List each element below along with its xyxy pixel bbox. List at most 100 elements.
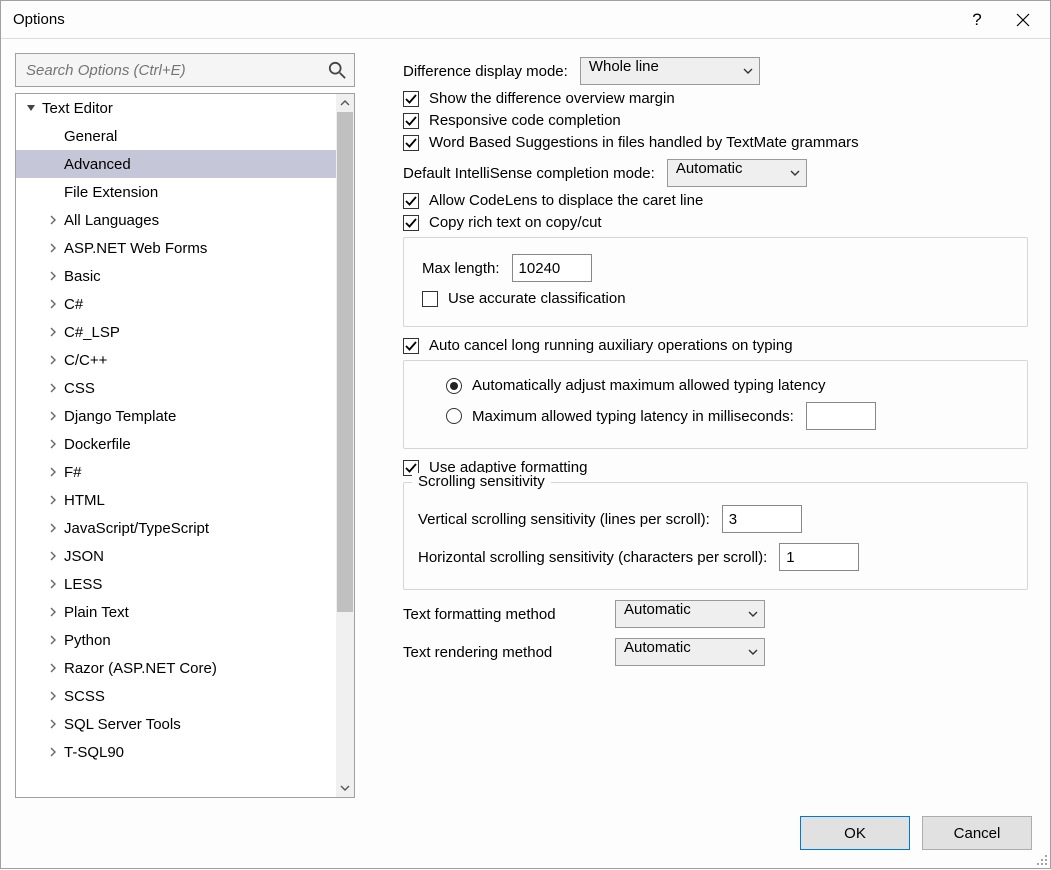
intellisense-combo[interactable]: Automatic [667,159,807,187]
tree-item-html[interactable]: HTML [16,486,336,514]
render-label: Text rendering method [403,644,603,661]
cb-accurate-row[interactable]: Use accurate classification [422,290,1013,307]
cb-copyrich-label: Copy rich text on copy/cut [429,214,602,231]
titlebar: Options ? [1,1,1050,39]
cb-autocancel-label: Auto cancel long running auxiliary opera… [429,337,793,354]
checkbox-icon [403,338,419,354]
cb-autocancel-row[interactable]: Auto cancel long running auxiliary opera… [403,337,1028,354]
caret-right-icon [44,719,62,729]
cb-wordbased-label: Word Based Suggestions in files handled … [429,134,859,151]
scroll-v-input[interactable] [722,505,802,533]
caret-right-icon [44,215,62,225]
close-button[interactable] [1000,1,1046,38]
close-icon [1016,13,1030,27]
tree-item-general[interactable]: General [16,122,336,150]
help-button[interactable]: ? [954,1,1000,38]
cb-copyrich-row[interactable]: Copy rich text on copy/cut [403,214,1028,231]
caret-right-icon [44,579,62,589]
tree-item-django-template[interactable]: Django Template [16,402,336,430]
scroll-h-input[interactable] [779,543,859,571]
tree-item-scss[interactable]: SCSS [16,682,336,710]
radio-icon [446,408,462,424]
search-input[interactable] [24,61,328,80]
diff-mode-combo[interactable]: Whole line [580,57,760,85]
dialog-footer: OK Cancel [1,798,1050,868]
tree-item-c-c-[interactable]: C/C++ [16,346,336,374]
scroll-up-icon[interactable] [336,94,354,112]
caret-right-icon [44,355,62,365]
cb-responsive-row[interactable]: Responsive code completion [403,112,1028,129]
maxlen-input[interactable] [512,254,592,282]
ok-button[interactable]: OK [800,816,910,850]
radio-auto-label: Automatically adjust maximum allowed typ… [472,377,826,394]
caret-right-icon [44,607,62,617]
cb-overview-row[interactable]: Show the difference overview margin [403,90,1028,107]
tree-item-sql-server-tools[interactable]: SQL Server Tools [16,710,336,738]
cb-overview-label: Show the difference overview margin [429,90,675,107]
tree-item-basic[interactable]: Basic [16,262,336,290]
options-tree[interactable]: Text EditorGeneralAdvancedFile Extension… [15,93,355,798]
checkbox-icon [403,113,419,129]
chevron-down-icon [743,66,753,76]
cb-codelens-label: Allow CodeLens to displace the caret lin… [429,192,703,209]
left-panel: Text EditorGeneralAdvancedFile Extension… [15,53,355,798]
resize-grip[interactable] [1034,852,1048,866]
search-icon [328,61,346,79]
tree-item-advanced[interactable]: Advanced [16,150,336,178]
scroll-v-label: Vertical scrolling sensitivity (lines pe… [418,511,710,528]
fmt-combo[interactable]: Automatic [615,600,765,628]
caret-right-icon [44,327,62,337]
scrolling-group: Scrolling sensitivity Vertical scrolling… [403,482,1028,590]
tree-item-t-sql90[interactable]: T-SQL90 [16,738,336,766]
latency-input[interactable] [806,402,876,430]
tree-item-text-editor[interactable]: Text Editor [16,94,336,122]
checkbox-icon [422,291,438,307]
tree-item-dockerfile[interactable]: Dockerfile [16,430,336,458]
caret-right-icon [44,495,62,505]
scroll-thumb[interactable] [337,112,353,612]
caret-right-icon [44,747,62,757]
tree-item-json[interactable]: JSON [16,542,336,570]
caret-right-icon [44,439,62,449]
caret-right-icon [44,467,62,477]
radio-max-label: Maximum allowed typing latency in millis… [472,408,794,425]
radio-auto-row[interactable]: Automatically adjust maximum allowed typ… [418,377,1013,394]
scroll-down-icon[interactable] [336,779,354,797]
diff-mode-label: Difference display mode: [403,63,568,80]
settings-pane: Difference display mode: Whole line Show… [355,53,1036,798]
cancel-button[interactable]: Cancel [922,816,1032,850]
tree-item-c-[interactable]: C# [16,290,336,318]
caret-right-icon [44,523,62,533]
options-dialog: Options ? Text EditorGeneralAdvancedFile… [0,0,1051,869]
caret-right-icon [44,635,62,645]
chevron-down-icon [748,647,758,657]
tree-scrollbar[interactable] [336,94,354,797]
scroll-track[interactable] [336,112,354,779]
intellisense-label: Default IntelliSense completion mode: [403,165,655,182]
radio-max-row[interactable]: Maximum allowed typing latency in millis… [418,402,1013,430]
tree-item-css[interactable]: CSS [16,374,336,402]
tree-item-f-[interactable]: F# [16,458,336,486]
render-combo[interactable]: Automatic [615,638,765,666]
maxlen-label: Max length: [422,260,500,277]
tree-item-plain-text[interactable]: Plain Text [16,598,336,626]
fmt-label: Text formatting method [403,606,603,623]
autocancel-group: Automatically adjust maximum allowed typ… [403,360,1028,449]
tree-item-less[interactable]: LESS [16,570,336,598]
search-box[interactable] [15,53,355,87]
caret-right-icon [44,691,62,701]
tree-item-razor-asp-net-core-[interactable]: Razor (ASP.NET Core) [16,654,336,682]
tree-item-asp-net-web-forms[interactable]: ASP.NET Web Forms [16,234,336,262]
checkbox-icon [403,215,419,231]
cb-codelens-row[interactable]: Allow CodeLens to displace the caret lin… [403,192,1028,209]
cb-wordbased-row[interactable]: Word Based Suggestions in files handled … [403,134,1028,151]
tree-item-javascript-typescript[interactable]: JavaScript/TypeScript [16,514,336,542]
caret-right-icon [44,243,62,253]
cb-responsive-label: Responsive code completion [429,112,621,129]
checkbox-icon [403,135,419,151]
tree-item-all-languages[interactable]: All Languages [16,206,336,234]
tree-item-python[interactable]: Python [16,626,336,654]
tree-item-file-extension[interactable]: File Extension [16,178,336,206]
radio-icon [446,378,462,394]
tree-item-c-lsp[interactable]: C#_LSP [16,318,336,346]
